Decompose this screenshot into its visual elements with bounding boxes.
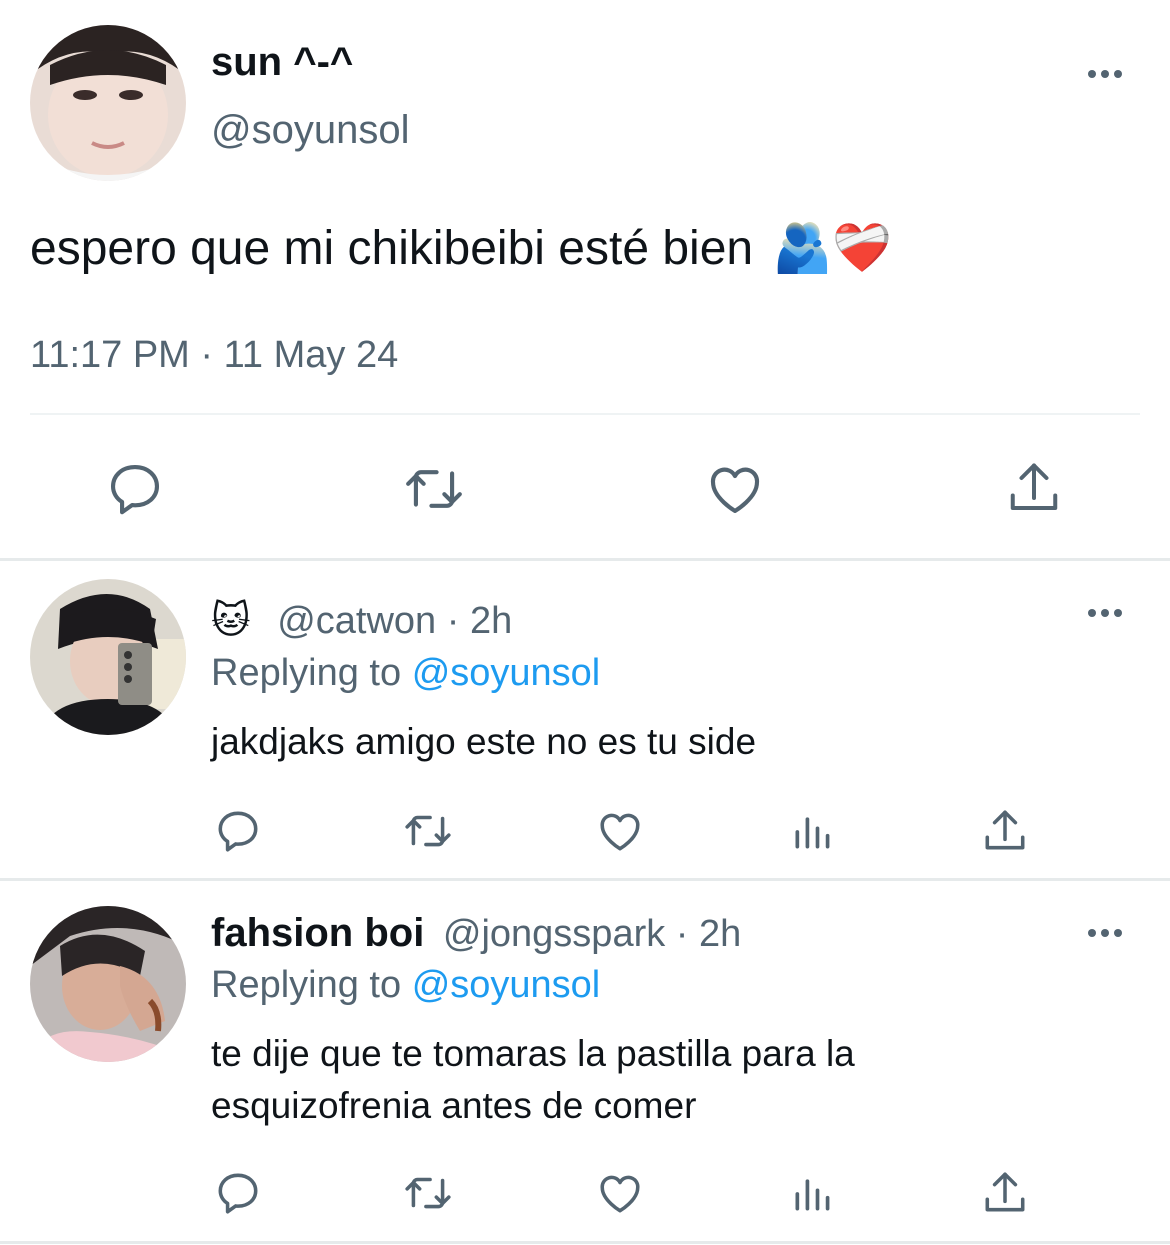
replying-to-link[interactable]: @soyunsol xyxy=(412,652,601,694)
replying-to-label: Replying to xyxy=(211,964,402,1006)
tweet-timestamp[interactable]: 11:17 PM · 11 May 24 xyxy=(30,332,398,378)
reply-name-emoji: 🐱 xyxy=(211,600,251,642)
views-icon[interactable] xyxy=(790,1172,834,1216)
more-options-icon[interactable] xyxy=(1088,609,1122,617)
more-options-icon[interactable] xyxy=(1088,70,1122,78)
reply-text-line-2: esquizofrenia antes de comer xyxy=(211,1085,697,1126)
reply-avatar[interactable] xyxy=(30,579,186,735)
reply-header: 🐱 @catwon · 2h xyxy=(211,597,512,644)
like-icon[interactable] xyxy=(595,1168,645,1218)
section-divider xyxy=(0,1241,1170,1244)
replying-to-line: Replying to @soyunsol xyxy=(211,650,600,696)
like-icon[interactable] xyxy=(595,806,645,856)
reply-time[interactable]: · 2h xyxy=(676,913,741,955)
reply-time[interactable]: · 2h xyxy=(447,600,512,642)
section-divider xyxy=(0,558,1170,561)
section-divider xyxy=(0,878,1170,881)
replying-to-label: Replying to xyxy=(211,652,402,694)
like-icon[interactable] xyxy=(704,458,766,520)
reply-text: jakdjaks amigo este no es tu side xyxy=(211,721,757,762)
more-options-icon[interactable] xyxy=(1088,929,1122,937)
share-icon[interactable] xyxy=(980,1168,1030,1218)
main-display-name[interactable]: sun ^-^ xyxy=(211,38,353,86)
reply-display-name[interactable]: fahsion boi xyxy=(211,911,424,955)
tweet-text: espero que mi chikibeibi esté bien xyxy=(30,222,754,275)
retweet-icon[interactable] xyxy=(400,806,456,856)
reply-text-line-1: te dije que te tomaras la pastilla para … xyxy=(211,1033,855,1074)
reply-avatar[interactable] xyxy=(30,906,186,1062)
main-avatar[interactable] xyxy=(30,25,186,181)
retweet-icon[interactable] xyxy=(400,458,468,520)
main-handle[interactable]: @soyunsol xyxy=(211,106,409,154)
share-icon[interactable] xyxy=(1004,458,1064,518)
replying-to-line: Replying to @soyunsol xyxy=(211,962,600,1008)
reply-icon[interactable] xyxy=(213,1168,263,1218)
reply-icon[interactable] xyxy=(213,806,263,856)
share-icon[interactable] xyxy=(980,806,1030,856)
tweet-text-row: espero que mi chikibeibi esté bien 🫂❤️‍🩹 xyxy=(30,218,892,280)
reply-header: fahsion boi @jongsspark · 2h xyxy=(211,910,741,957)
tweet-emojis: 🫂❤️‍🩹 xyxy=(772,222,892,275)
reply-handle[interactable]: @catwon xyxy=(277,600,436,642)
retweet-icon[interactable] xyxy=(400,1168,456,1218)
replying-to-link[interactable]: @soyunsol xyxy=(412,964,601,1006)
reply-handle[interactable]: @jongsspark xyxy=(443,913,665,955)
timestamp-divider xyxy=(30,413,1140,415)
views-icon[interactable] xyxy=(790,810,834,854)
reply-icon[interactable] xyxy=(104,458,166,520)
